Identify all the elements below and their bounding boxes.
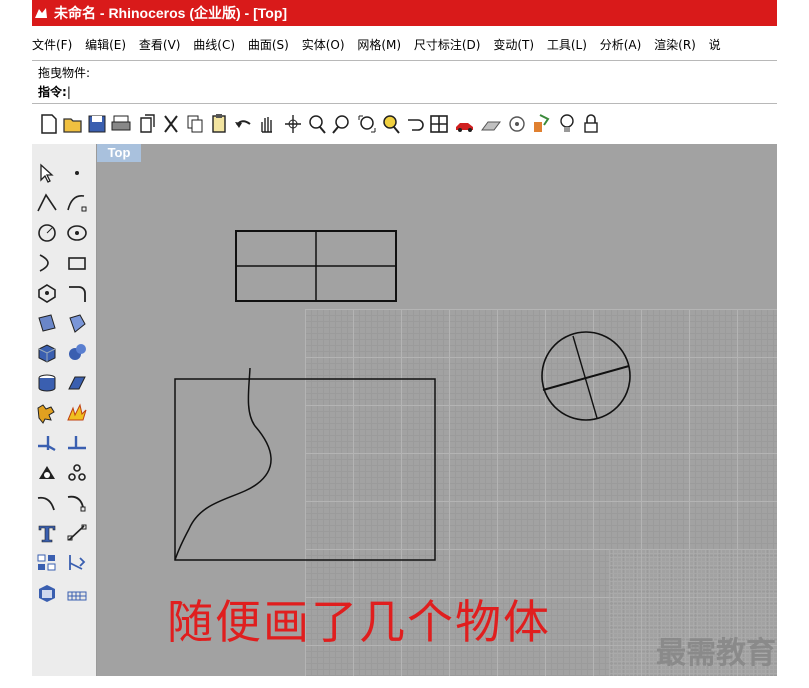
ellipse-icon[interactable] — [64, 220, 90, 246]
circle-object[interactable] — [541, 331, 631, 421]
menu-tools[interactable]: 工具(L) — [547, 34, 587, 56]
menu-edit[interactable]: 编辑(E) — [85, 34, 126, 56]
undo-icon[interactable] — [232, 112, 254, 136]
rectangle-icon[interactable] — [64, 250, 90, 276]
command-input[interactable]: 指令:| — [38, 83, 71, 100]
box-icon[interactable] — [34, 340, 60, 366]
menu-help[interactable]: 说 — [709, 34, 721, 56]
viewport-label[interactable]: Top — [97, 144, 141, 162]
command-history: 拖曳物件: — [38, 66, 91, 80]
rhino-logo-icon — [35, 8, 47, 18]
layout-icon[interactable] — [34, 550, 60, 576]
polyline-icon[interactable] — [34, 190, 60, 216]
standard-toolbar — [32, 104, 777, 144]
arc-icon[interactable] — [34, 250, 60, 276]
fillet-curve-icon[interactable] — [64, 280, 90, 306]
render-icon[interactable] — [34, 580, 60, 606]
menu-transform[interactable]: 变动(T) — [493, 34, 534, 56]
menu-analyze[interactable]: 分析(A) — [600, 34, 642, 56]
polygon-icon[interactable] — [34, 280, 60, 306]
print-icon[interactable] — [110, 112, 132, 136]
grid-rectangle[interactable] — [235, 230, 397, 302]
menu-curve[interactable]: 曲线(C) — [193, 34, 235, 56]
menu-render[interactable]: 渲染(R) — [654, 34, 696, 56]
sphere-icon[interactable] — [64, 340, 90, 366]
select-icon[interactable] — [34, 160, 60, 186]
copy-icon[interactable] — [184, 112, 206, 136]
menu-mesh[interactable]: 网格(M) — [357, 34, 401, 56]
lock-icon[interactable] — [580, 112, 602, 136]
title-bar: 未命名 - Rhinoceros (企业版) - [Top] — [32, 0, 777, 26]
new-file-icon[interactable] — [38, 112, 60, 136]
annotation-caption: 随便画了几个物体 — [167, 595, 551, 649]
cylinder-icon[interactable] — [34, 370, 60, 396]
ground-plane-icon[interactable] — [480, 112, 502, 136]
menu-surface[interactable]: 曲面(S) — [248, 34, 289, 56]
control-points-curve-icon[interactable] — [64, 190, 90, 216]
osnap-icon[interactable] — [506, 112, 528, 136]
zoom-extents-icon[interactable] — [356, 112, 378, 136]
undo-view-icon[interactable] — [404, 112, 426, 136]
menu-solid[interactable]: 实体(O) — [302, 34, 345, 56]
trim-icon[interactable] — [64, 430, 90, 456]
menu-view[interactable]: 查看(V) — [139, 34, 181, 56]
paste-icon[interactable] — [208, 112, 230, 136]
viewport-top[interactable]: Top 随便画了几个物体 — [97, 144, 777, 676]
curve-chamfer-icon[interactable] — [64, 490, 90, 516]
rectangle-with-curve[interactable] — [174, 367, 436, 561]
surface-edge-icon[interactable] — [64, 310, 90, 336]
group-icon[interactable] — [34, 460, 60, 486]
curve-blend-icon[interactable] — [34, 490, 60, 516]
window-title: 未命名 - Rhinoceros (企业版) - [Top] — [54, 5, 288, 21]
rhino-window: 未命名 - Rhinoceros (企业版) - [Top] 文件(F) 编辑(… — [0, 0, 809, 688]
car-render-icon[interactable] — [454, 112, 476, 136]
save-icon[interactable] — [86, 112, 108, 136]
text-icon[interactable] — [34, 520, 60, 546]
zoom-icon[interactable] — [306, 112, 328, 136]
command-area: 拖曳物件: 指令:| — [32, 60, 777, 104]
dimension-icon[interactable] — [64, 520, 90, 546]
zoom-window-icon[interactable] — [330, 112, 352, 136]
grid-snap-icon[interactable] — [64, 580, 90, 606]
boolean-icon[interactable] — [34, 400, 60, 426]
point-icon[interactable] — [64, 160, 90, 186]
open-folder-icon[interactable] — [62, 112, 84, 136]
array-icon[interactable] — [64, 460, 90, 486]
text-caret: | — [66, 85, 71, 99]
menu-dimension[interactable]: 尺寸标注(D) — [414, 34, 481, 56]
cut-icon[interactable] — [160, 112, 182, 136]
circle-icon[interactable] — [34, 220, 60, 246]
surface-patch-icon[interactable] — [34, 310, 60, 336]
four-viewports-icon[interactable] — [428, 112, 450, 136]
command-prompt: 指令: — [38, 85, 67, 99]
pan-icon[interactable] — [256, 112, 278, 136]
zoom-selected-icon[interactable] — [380, 112, 402, 136]
watermark-text: 最需教育 — [656, 636, 776, 671]
properties-icon[interactable] — [530, 112, 552, 136]
split-icon[interactable] — [34, 430, 60, 456]
left-toolbar — [32, 144, 97, 676]
transform-icon[interactable] — [64, 550, 90, 576]
rotate-view-icon[interactable] — [282, 112, 304, 136]
menu-file[interactable]: 文件(F) — [32, 34, 72, 56]
light-icon[interactable] — [556, 112, 578, 136]
import-icon[interactable] — [136, 112, 158, 136]
explode-icon[interactable] — [64, 400, 90, 426]
menu-bar: 文件(F) 编辑(E) 查看(V) 曲线(C) 曲面(S) 实体(O) 网格(M… — [32, 34, 777, 56]
extrude-icon[interactable] — [64, 370, 90, 396]
